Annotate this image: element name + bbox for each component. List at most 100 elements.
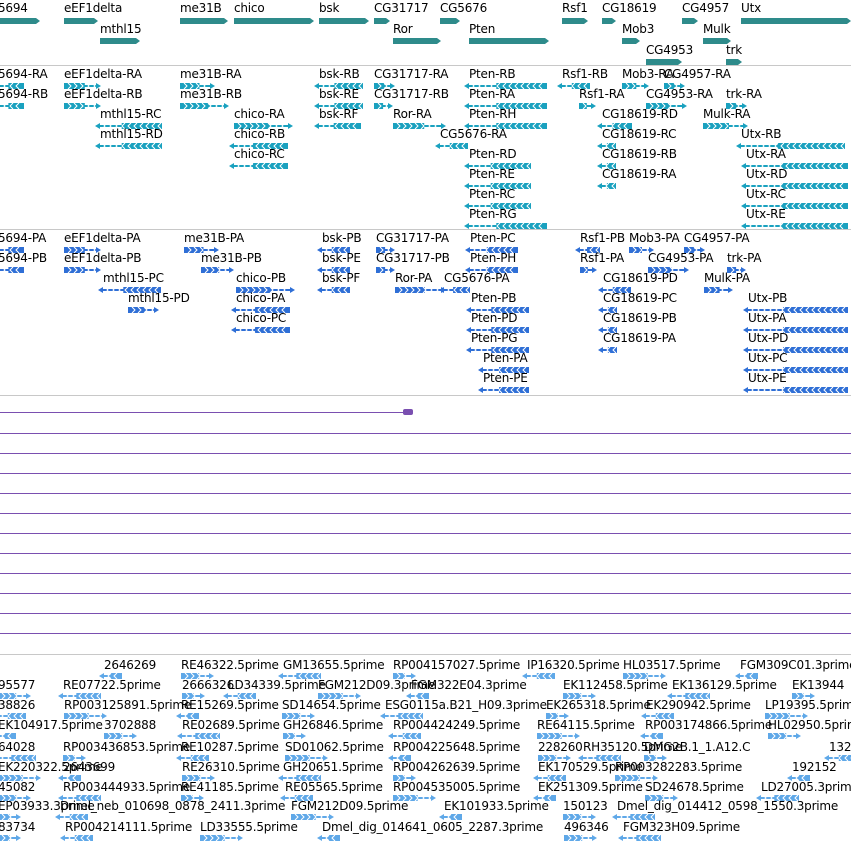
est-label-re46322-5prime[interactable]: RE46322.5prime [181, 658, 279, 672]
protein-label-pten-pc[interactable]: Pten-PC [470, 231, 516, 245]
est-label-150123[interactable]: 150123 [563, 799, 608, 813]
gene-glyph-rsf1[interactable] [562, 17, 594, 25]
variant-line[interactable] [0, 513, 851, 514]
est-glyph-hl02950-5prime[interactable] [768, 732, 802, 740]
gene-glyph-mob3[interactable] [622, 37, 646, 45]
est-label-re07722-5prime[interactable]: RE07722.5prime [63, 678, 161, 692]
protein-label-mob3-pa[interactable]: Mob3-PA [629, 231, 680, 245]
protein-label-utx-pb[interactable]: Utx-PB [748, 291, 787, 305]
est-label-esg0115a-b21-h09-3prime[interactable]: ESG0115a.B21_H09.3prime [385, 698, 547, 712]
est-label-rp004225648-5prime[interactable]: RP004225648.5prime [393, 740, 520, 754]
transcript-label-cg31717-rb[interactable]: CG31717-RB [374, 87, 449, 101]
protein-glyph-me31b-pb[interactable] [201, 266, 235, 274]
est-label-re02689-5prime[interactable]: RE02689.5prime [182, 718, 280, 732]
transcript-glyph-chico-rc[interactable] [229, 162, 294, 170]
protein-label-ror-pa[interactable]: Ror-PA [395, 271, 432, 285]
gene-label-cg5676[interactable]: CG5676 [440, 1, 487, 15]
transcript-label-utx-rd[interactable]: Utx-RD [746, 167, 788, 181]
protein-label-rsf1-pa[interactable]: Rsf1-PA [580, 251, 624, 265]
protein-label-bsk-pe[interactable]: bsk-PE [322, 251, 361, 265]
protein-glyph-mthl15-pd[interactable] [128, 306, 160, 314]
est-label-fgm322e04-3prime[interactable]: FGM322E04.3prime [411, 678, 527, 692]
transcript-glyph-mthl15-rd[interactable] [95, 142, 168, 150]
protein-label-me31b-pa[interactable]: me31B-PA [184, 231, 244, 245]
transcript-label-mulk-ra[interactable]: Mulk-RA [703, 107, 750, 121]
est-label-ek112458-5prime[interactable]: EK112458.5prime [563, 678, 668, 692]
est-label-ek136129-5prime[interactable]: EK136129.5prime [672, 678, 777, 692]
protein-label-chico-pa[interactable]: chico-PA [236, 291, 285, 305]
est-glyph-dmel-dig-014641-0605-2287-3prime[interactable] [317, 834, 346, 842]
protein-label-pten-pd[interactable]: Pten-PD [471, 311, 518, 325]
gene-label-mulk[interactable]: Mulk [703, 22, 731, 36]
est-glyph-rp004214111-5prime[interactable] [60, 834, 99, 842]
transcript-label-5694-ra[interactable]: 5694-RA [0, 67, 48, 81]
variant-line[interactable] [0, 533, 851, 534]
est-glyph-re02689-5prime[interactable] [177, 732, 226, 740]
protein-label-me31b-pb[interactable]: me31B-PB [201, 251, 262, 265]
est-label-38826[interactable]: 38826 [0, 698, 35, 712]
est-label-re41185-5prime[interactable]: RE41185.5prime [181, 780, 279, 794]
variant-line[interactable] [0, 633, 851, 634]
est-label-dmel-neb-010698-0878-2411-3prime[interactable]: Dmel_neb_010698_0878_2411.3prime [60, 799, 285, 813]
est-label-fgm323h09-5prime[interactable]: FGM323H09.5prime [623, 820, 740, 834]
variant-line[interactable] [0, 553, 851, 554]
est-label-re64115-5prime[interactable]: RE64115.5prime [537, 718, 635, 732]
gene-label-me31b[interactable]: me31B [180, 1, 222, 15]
variant-line[interactable] [0, 613, 851, 614]
transcript-label-eef1delta-ra[interactable]: eEF1delta-RA [64, 67, 142, 81]
est-glyph-gh26846-5prime[interactable] [283, 732, 307, 740]
est-label-95577[interactable]: 95577 [0, 678, 35, 692]
transcript-glyph-rsf1-ra[interactable] [579, 102, 597, 110]
transcript-label-me31b-ra[interactable]: me31B-RA [180, 67, 242, 81]
transcript-label-trk-ra[interactable]: trk-RA [726, 87, 762, 101]
gene-label-pten[interactable]: Pten [469, 22, 495, 36]
transcript-label-rsf1-ra[interactable]: Rsf1-RA [579, 87, 625, 101]
est-label-64028[interactable]: 64028 [0, 740, 35, 754]
protein-glyph-rsf1-pa[interactable] [580, 266, 598, 274]
est-glyph-rp003174866-5prime[interactable] [640, 732, 669, 740]
protein-glyph-5694-pb[interactable] [0, 266, 30, 274]
transcript-label-me31b-rb[interactable]: me31B-RB [180, 87, 242, 101]
gene-label-ror[interactable]: Ror [393, 22, 413, 36]
gene-glyph-eef1delta[interactable] [64, 17, 104, 25]
transcript-label-pten-rc[interactable]: Pten-RC [469, 187, 515, 201]
gene-glyph-me31b[interactable] [180, 17, 234, 25]
transcript-glyph-bsk-rf[interactable] [314, 122, 367, 130]
transcript-label-cg5676-ra[interactable]: CG5676-RA [440, 127, 507, 141]
est-label-2646269[interactable]: 2646269 [104, 658, 156, 672]
est-label-3702888[interactable]: 3702888 [104, 718, 156, 732]
protein-glyph-eef1delta-pb[interactable] [64, 266, 102, 274]
transcript-label-cg31717-ra[interactable]: CG31717-RA [374, 67, 448, 81]
est-label-rp003282283-5prime[interactable]: RP003282283.5prime [615, 760, 742, 774]
gene-label-trk[interactable]: trk [726, 43, 742, 57]
transcript-label-pten-rg[interactable]: Pten-RG [469, 207, 517, 221]
protein-glyph-cg31717-pb[interactable] [376, 266, 396, 274]
protein-label-chico-pb[interactable]: chico-PB [236, 271, 286, 285]
variant-line[interactable] [0, 593, 851, 594]
protein-label-cg5676-pa[interactable]: CG5676-PA [444, 271, 510, 285]
gene-label-cg5694[interactable]: 5694 [0, 1, 28, 15]
transcript-label-bsk-re[interactable]: bsk-RE [319, 87, 359, 101]
transcript-glyph-ror-ra[interactable] [393, 122, 447, 130]
est-label-ek13944[interactable]: EK13944 [792, 678, 844, 692]
protein-label-rsf1-pb[interactable]: Rsf1-PB [580, 231, 625, 245]
protein-label-cg18619-pc[interactable]: CG18619-PC [603, 291, 677, 305]
est-label-gh26846-5prime[interactable]: GH26846.5prime [283, 718, 383, 732]
protein-label-mulk-pa[interactable]: Mulk-PA [704, 271, 750, 285]
gene-label-cg31717[interactable]: CG31717 [374, 1, 429, 15]
transcript-label-cg4953-ra[interactable]: CG4953-RA [646, 87, 713, 101]
protein-label-cg18619-pd[interactable]: CG18619-PD [603, 271, 678, 285]
est-label-fgm212d09-5prime[interactable]: FGM212D09.5prime [291, 799, 408, 813]
variant-line[interactable] [0, 412, 410, 413]
est-label-ek104917-5prime[interactable]: EK104917.5prime [0, 718, 103, 732]
transcript-label-5694-rb[interactable]: 5694-RB [0, 87, 48, 101]
protein-glyph-utx-pe[interactable] [743, 386, 851, 394]
est-label-ek101933-5prime[interactable]: EK101933.5prime [444, 799, 549, 813]
est-glyph-ld33555-5prime[interactable] [200, 834, 244, 842]
gene-label-bsk[interactable]: bsk [319, 1, 339, 15]
est-label-lp19395-5prime[interactable]: LP19395.5prime [765, 698, 851, 712]
est-label-rp003125891-5prime[interactable]: RP003125891.5prime [64, 698, 191, 712]
est-label-dmel-dig-014412-0598-1550-3prime[interactable]: Dmel_dig_014412_0598_1550.3prime [617, 799, 838, 813]
protein-label-5694-pb[interactable]: 5694-PB [0, 251, 47, 265]
protein-glyph-chico-pc[interactable] [231, 326, 296, 334]
